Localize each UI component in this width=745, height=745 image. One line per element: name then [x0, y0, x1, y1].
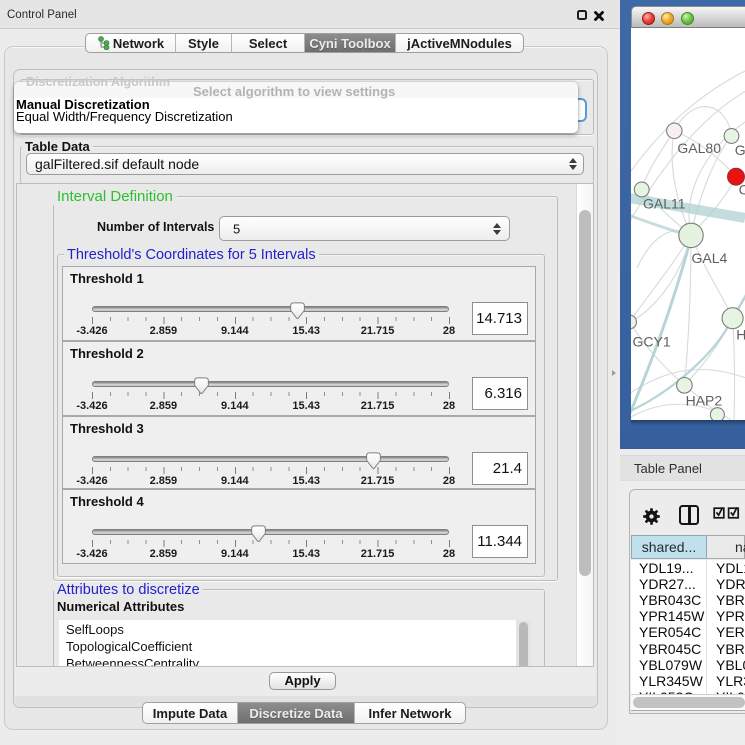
svg-text:GAL4: GAL4 [692, 250, 728, 266]
svg-text:GCY1: GCY1 [633, 334, 671, 350]
svg-text:C: C [739, 182, 745, 198]
svg-text:H: H [736, 327, 745, 343]
svg-text:GAL11: GAL11 [643, 196, 686, 212]
svg-text:GAL80: GAL80 [677, 140, 721, 156]
svg-text:G.: G. [735, 142, 745, 158]
svg-text:HAP2: HAP2 [686, 393, 723, 409]
